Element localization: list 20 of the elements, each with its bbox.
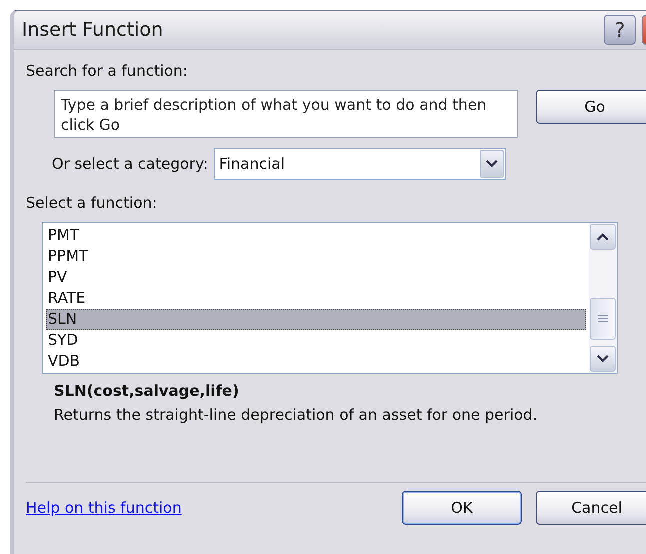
category-dropdown[interactable]: Financial	[214, 148, 506, 180]
search-label: Search for a function:	[26, 62, 189, 80]
ok-button[interactable]: OK	[402, 491, 522, 525]
go-button[interactable]: Go	[536, 90, 646, 124]
function-item[interactable]: PPMT	[46, 246, 586, 267]
function-item[interactable]: SLN	[46, 309, 586, 330]
help-button[interactable]: ?	[604, 15, 636, 45]
function-signature: SLN(cost,salvage,life)	[54, 382, 240, 400]
function-item[interactable]: RATE	[46, 288, 586, 309]
function-item[interactable]: SYD	[46, 330, 586, 351]
cancel-button[interactable]: Cancel	[536, 491, 646, 525]
category-label: Or select a category:	[52, 155, 208, 173]
search-field[interactable]: Type a brief description of what you want to do and then click Go	[54, 90, 518, 138]
function-item[interactable]: VDB	[46, 351, 586, 372]
function-description: Returns the straight-line depreciation of an asset for one period.	[54, 406, 539, 424]
function-item[interactable]: PMT	[46, 225, 586, 246]
function-item[interactable]: PV	[46, 267, 586, 288]
window-title: Insert Function	[22, 19, 164, 41]
help-link[interactable]: Help on this function	[26, 499, 402, 517]
function-list-label: Select a function:	[26, 194, 158, 212]
